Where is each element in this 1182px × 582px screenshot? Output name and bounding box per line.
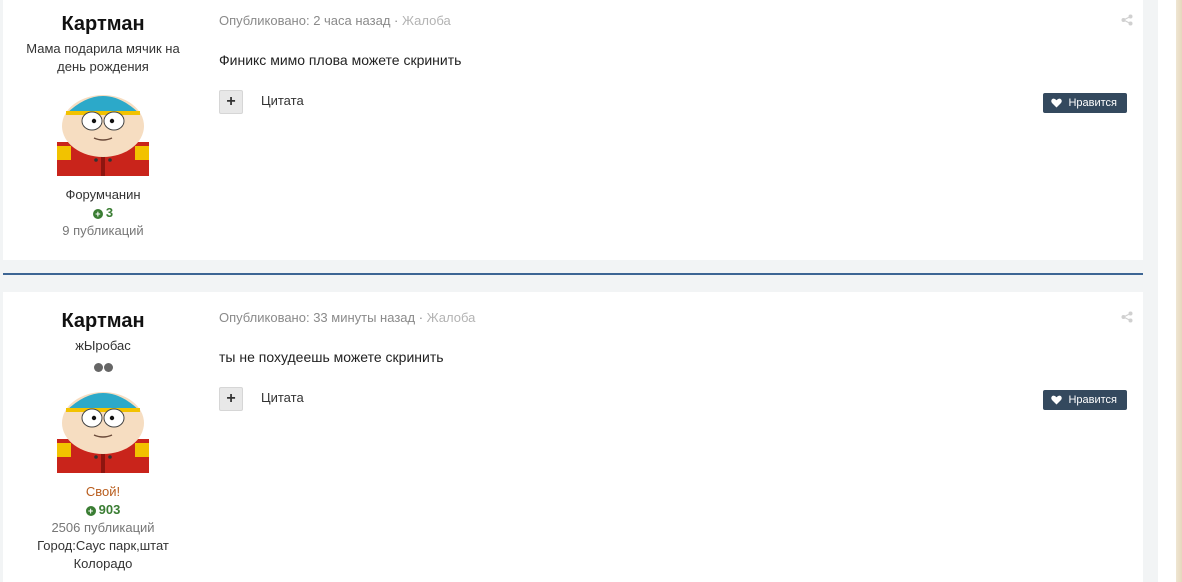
multiquote-button[interactable]: + (219, 90, 243, 114)
post-count: 9 публикаций (62, 223, 144, 238)
published-time[interactable]: Опубликовано: 33 минуты назад (219, 310, 415, 325)
share-icon[interactable] (1121, 14, 1133, 26)
forum-post: Картман Мама подарила мячик на день рожд… (3, 0, 1143, 260)
post-actions: + Цитата Нравится (219, 90, 1127, 114)
rank-pip (103, 363, 113, 372)
member-group: Форумчанин (65, 187, 141, 202)
author-title: жЫробас (75, 338, 131, 353)
meta-separator: · (390, 13, 402, 28)
author-city: Город:Саус парк,штат Колорадо (37, 538, 169, 571)
forum-post: Картман жЫробас Свой! +903 2506 публикац… (3, 292, 1143, 582)
rank-pips (3, 359, 203, 372)
post-actions: + Цитата Нравится (219, 387, 1127, 411)
avatar[interactable] (57, 381, 149, 473)
like-button[interactable]: Нравится (1043, 390, 1127, 410)
quote-button[interactable]: Цитата (261, 93, 304, 108)
post-content: Финикс мимо плова можете скринить (219, 52, 462, 68)
reputation-value: 903 (98, 502, 121, 517)
reputation: +903 (3, 501, 203, 519)
like-button[interactable]: Нравится (1043, 93, 1127, 113)
report-link[interactable]: Жалоба (402, 13, 451, 28)
post-count: 2506 публикаций (51, 520, 155, 535)
post-meta: Опубликовано: 33 минуты назад · Жалоба (219, 310, 475, 325)
page-edge-strip (1176, 0, 1182, 582)
multiquote-button[interactable]: + (219, 387, 243, 411)
plus-circle-icon: + (85, 506, 96, 516)
published-time[interactable]: Опубликовано: 2 часа назад (219, 13, 390, 28)
post-content: ты не похудеешь можете скринить (219, 349, 444, 365)
author-title: Мама подарила мячик на день рождения (26, 41, 180, 74)
heart-icon (1051, 395, 1063, 405)
avatar[interactable] (57, 84, 149, 176)
rank-pip (93, 363, 103, 372)
heart-icon (1051, 98, 1063, 108)
plus-circle-icon: + (92, 209, 103, 219)
post-meta: Опубликовано: 2 часа назад · Жалоба (219, 13, 451, 28)
post-separator (3, 273, 1143, 275)
author-panel: Картман жЫробас Свой! +903 2506 публикац… (3, 292, 203, 573)
author-panel: Картман Мама подарила мячик на день рожд… (3, 0, 203, 240)
author-name[interactable]: Картман (3, 12, 203, 36)
reputation-value: 3 (105, 205, 114, 220)
reputation: +3 (3, 204, 203, 222)
like-label: Нравится (1068, 394, 1117, 406)
author-name[interactable]: Картман (3, 309, 203, 333)
like-label: Нравится (1068, 97, 1117, 109)
report-link[interactable]: Жалоба (427, 310, 476, 325)
share-icon[interactable] (1121, 311, 1133, 323)
forum-page: Картман Мама подарила мячик на день рожд… (0, 0, 1182, 582)
member-group: Свой! (85, 484, 121, 499)
quote-button[interactable]: Цитата (261, 390, 304, 405)
meta-separator: · (415, 310, 427, 325)
